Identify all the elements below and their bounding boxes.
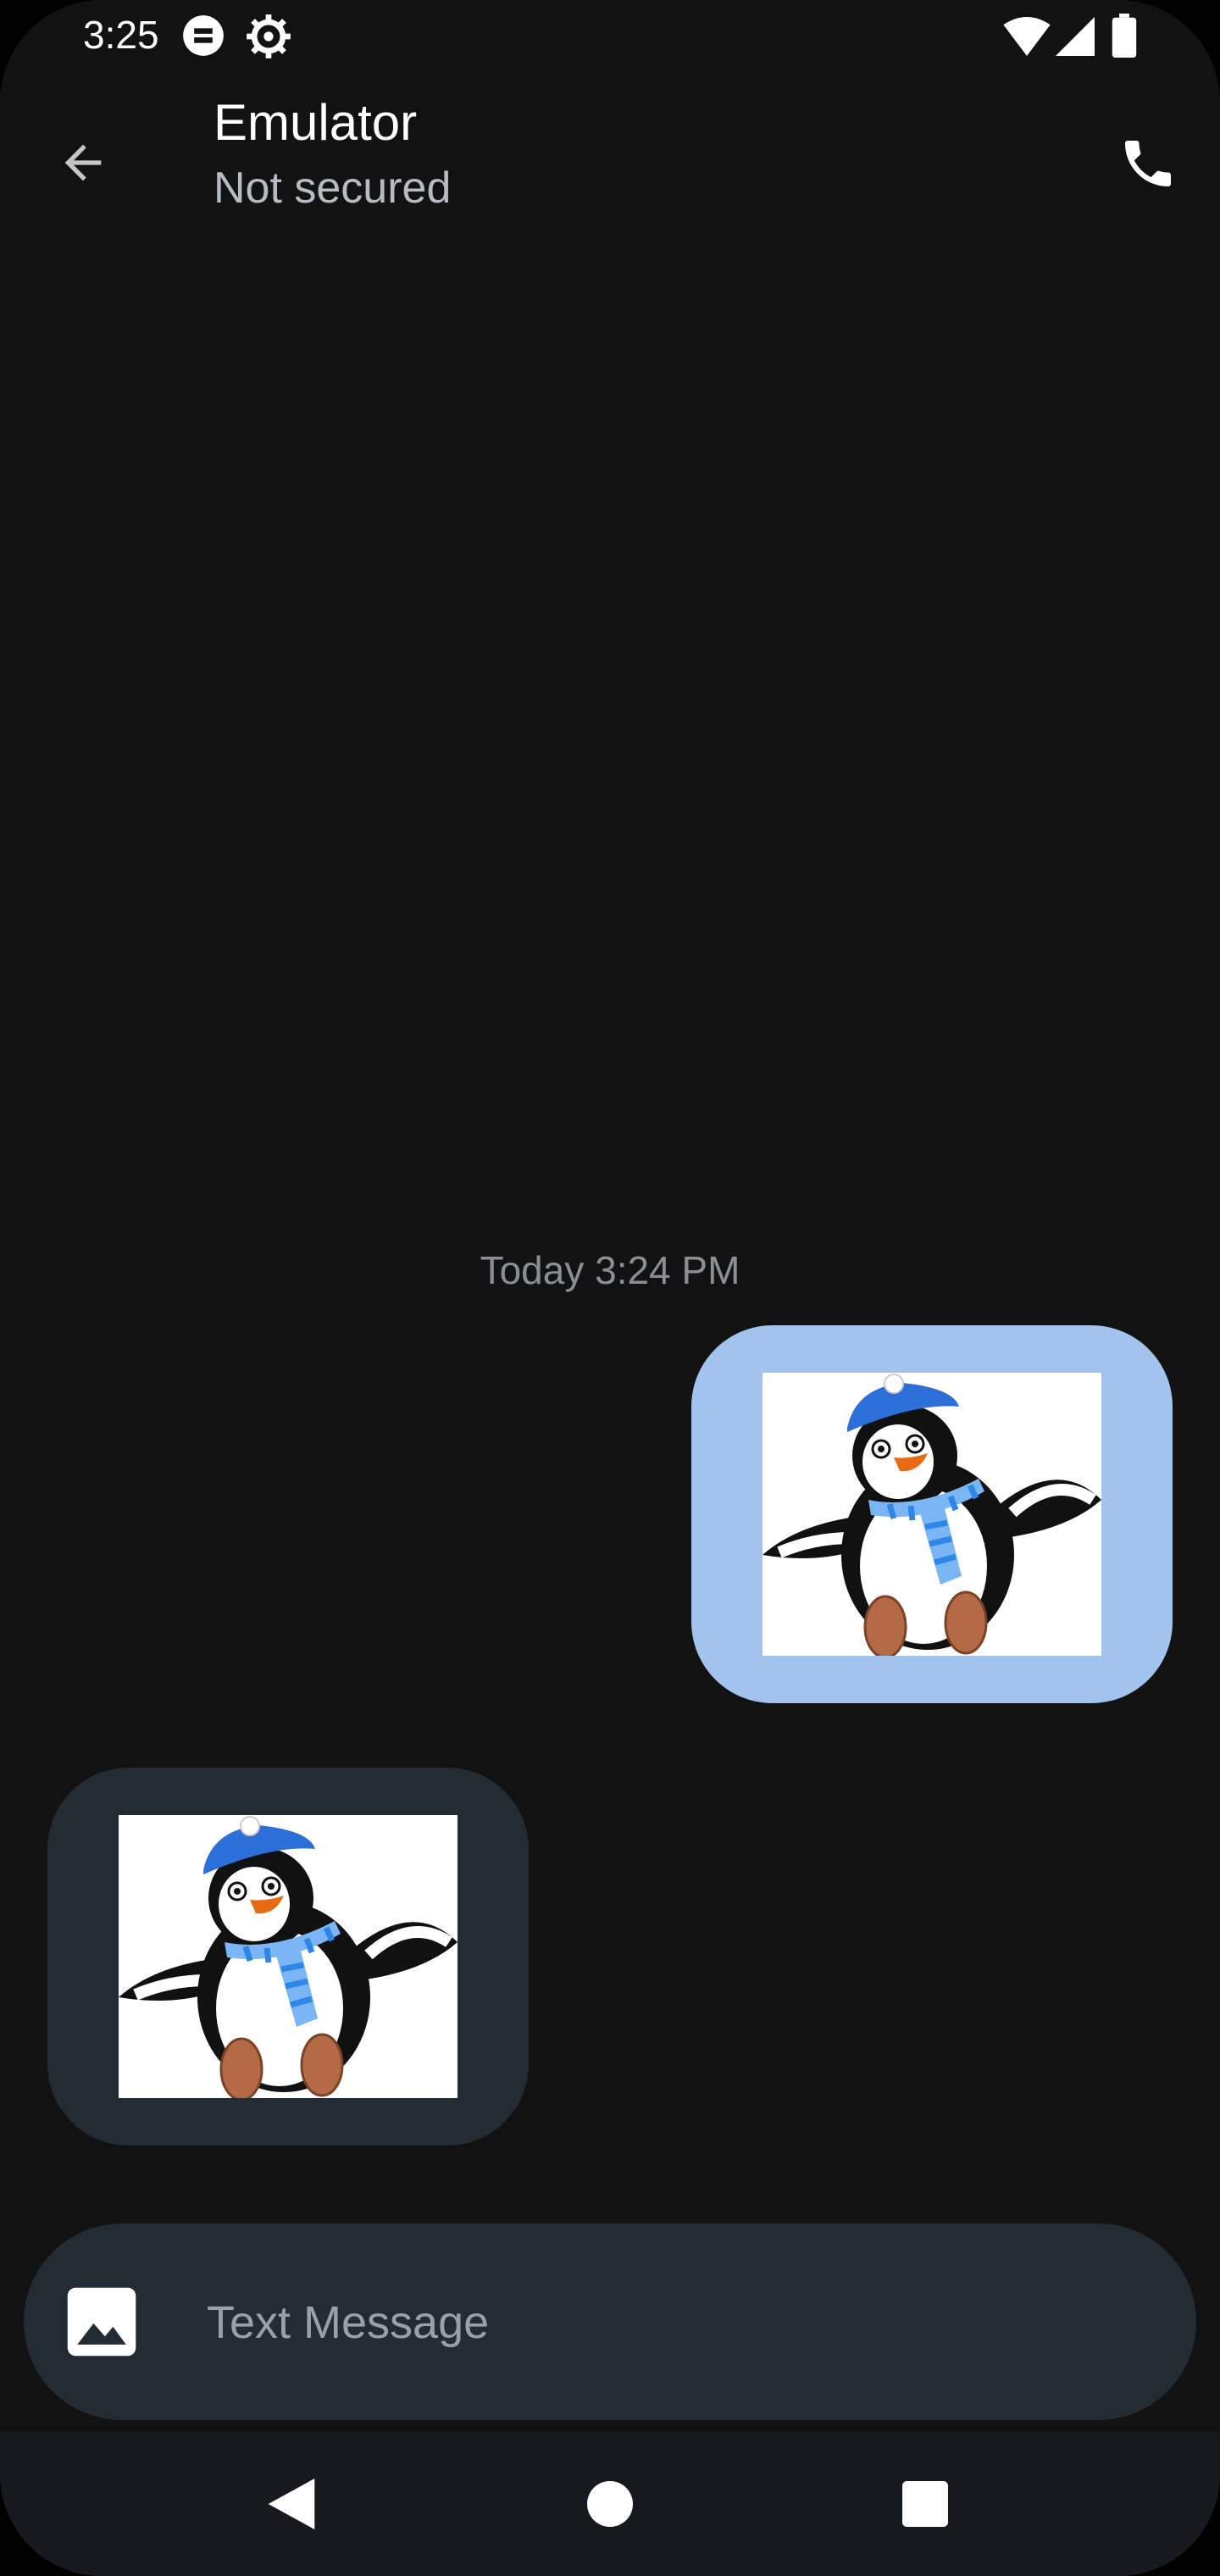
settings-gear-icon xyxy=(246,14,291,64)
penguin-image[interactable] xyxy=(762,1373,1101,1656)
wifi-icon xyxy=(1003,17,1051,60)
battery-icon xyxy=(1112,14,1137,62)
penguin-illustration xyxy=(762,1373,1101,1656)
cell-signal-icon xyxy=(1056,17,1095,60)
arrow-back-icon xyxy=(64,144,102,181)
nav-recents-button[interactable] xyxy=(883,2462,968,2546)
security-status: Not secured xyxy=(214,164,452,213)
contact-name: Emulator xyxy=(214,94,418,151)
message-input[interactable] xyxy=(205,2274,1140,2371)
recents-square-icon xyxy=(902,2481,948,2527)
nav-back-button[interactable] xyxy=(249,2462,334,2546)
phone-icon xyxy=(1125,141,1171,186)
call-button[interactable] xyxy=(1101,117,1195,210)
penguin-illustration xyxy=(119,1815,458,2098)
system-nav-bar xyxy=(0,2432,1220,2576)
image-gallery-icon xyxy=(67,2287,136,2357)
incoming-image-message[interactable] xyxy=(47,1768,529,2146)
sim-card-icon xyxy=(181,14,225,62)
penguin-image[interactable] xyxy=(119,1815,458,2098)
nav-home-button[interactable] xyxy=(568,2462,652,2546)
outgoing-image-message[interactable] xyxy=(691,1325,1173,1703)
status-clock: 3:25 xyxy=(83,13,159,57)
messaging-screen: 3:25 Emulator Not secured Today 3:24 PM … xyxy=(0,0,1220,2576)
back-triangle-icon xyxy=(268,2479,315,2529)
back-button[interactable] xyxy=(41,120,125,205)
status-bar: 3:25 xyxy=(0,0,1220,78)
message-timestamp: Today 3:24 PM xyxy=(480,1248,740,1292)
attach-image-button[interactable] xyxy=(59,2279,144,2364)
conversation-app-bar: Emulator Not secured xyxy=(0,78,1220,247)
home-circle-icon xyxy=(587,2481,633,2527)
compose-bar xyxy=(24,2223,1196,2420)
